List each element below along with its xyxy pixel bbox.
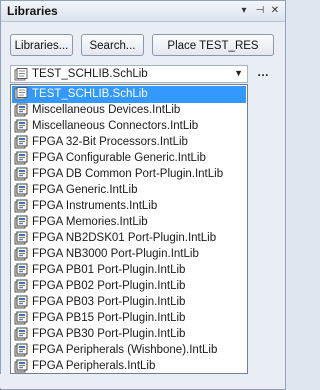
library-list-item-label: FPGA Peripherals.IntLib bbox=[32, 360, 156, 372]
library-list-item[interactable]: FPGA Generic.IntLib bbox=[12, 182, 246, 199]
library-list-item[interactable]: FPGA Peripherals.IntLib bbox=[12, 358, 246, 375]
library-list-item[interactable]: FPGA NB3000 Port-Plugin.IntLib bbox=[12, 246, 246, 263]
library-list-item[interactable]: FPGA DB Common Port-Plugin.IntLib bbox=[12, 166, 246, 183]
library-select[interactable]: TEST_SCHLIB.SchLib ▼ bbox=[10, 65, 248, 83]
library-list-item-label: FPGA PB03 Port-Plugin.IntLib bbox=[32, 296, 186, 308]
library-list-item-label: FPGA PB30 Port-Plugin.IntLib bbox=[32, 328, 186, 340]
more-options-button[interactable]: … bbox=[252, 65, 274, 83]
library-list-item[interactable]: Miscellaneous Connectors.IntLib bbox=[12, 118, 246, 135]
panel-titlebar: Libraries ▾ ⊣ ✕ bbox=[1, 1, 285, 22]
schlib-icon bbox=[14, 87, 28, 103]
library-list-item-label: TEST_SCHLIB.SchLib bbox=[32, 88, 148, 100]
library-list-item[interactable]: FPGA 32-Bit Processors.IntLib bbox=[12, 134, 246, 151]
library-list-item-label: FPGA Configurable Generic.IntLib bbox=[32, 152, 206, 164]
library-list-item-label: Miscellaneous Devices.IntLib bbox=[32, 104, 181, 116]
library-list-item[interactable]: FPGA PB30 Port-Plugin.IntLib bbox=[12, 326, 246, 343]
library-list-item[interactable]: FPGA PB15 Port-Plugin.IntLib bbox=[12, 310, 246, 327]
library-list-item[interactable]: FPGA Instruments.IntLib bbox=[12, 198, 246, 215]
library-list-item-label: FPGA NB3000 Port-Plugin.IntLib bbox=[32, 248, 199, 260]
pin-icon[interactable]: ⊣ bbox=[253, 4, 267, 18]
library-list-item[interactable]: FPGA Peripherals (Wishbone).IntLib bbox=[12, 342, 246, 359]
library-select-value: TEST_SCHLIB.SchLib bbox=[32, 68, 148, 80]
library-list-item[interactable]: FPGA Memories.IntLib bbox=[12, 214, 246, 231]
library-dropdown-list: TEST_SCHLIB.SchLib Miscellaneous Devices.… bbox=[10, 84, 248, 374]
libraries-button[interactable]: Libraries... bbox=[10, 34, 73, 56]
library-list-item[interactable]: FPGA PB02 Port-Plugin.IntLib bbox=[12, 278, 246, 295]
library-list-item[interactable]: FPGA PB03 Port-Plugin.IntLib bbox=[12, 294, 246, 311]
panel-footer bbox=[0, 374, 284, 388]
library-list-item-label: FPGA Peripherals (Wishbone).IntLib bbox=[32, 344, 218, 356]
library-list-item[interactable]: FPGA PB01 Port-Plugin.IntLib bbox=[12, 262, 246, 279]
library-list-item-label: FPGA Generic.IntLib bbox=[32, 184, 138, 196]
library-list-item[interactable]: Miscellaneous Devices.IntLib bbox=[12, 102, 246, 119]
library-list-item-label: FPGA Memories.IntLib bbox=[32, 216, 148, 228]
chevron-down-icon[interactable]: ▼ bbox=[234, 68, 243, 78]
library-list-item[interactable]: FPGA Configurable Generic.IntLib bbox=[12, 150, 246, 167]
panel-menu-icon[interactable]: ▾ bbox=[237, 4, 251, 18]
library-list-item-label: FPGA Instruments.IntLib bbox=[32, 200, 158, 212]
library-list-item-label: FPGA PB01 Port-Plugin.IntLib bbox=[32, 264, 186, 276]
search-button[interactable]: Search... bbox=[81, 34, 144, 56]
library-list-item-label: FPGA PB15 Port-Plugin.IntLib bbox=[32, 312, 186, 324]
library-list-item-label: FPGA NB2DSK01 Port-Plugin.IntLib bbox=[32, 232, 217, 244]
panel-title: Libraries bbox=[7, 4, 58, 18]
library-list-item-label: Miscellaneous Connectors.IntLib bbox=[32, 120, 199, 132]
library-list-item[interactable]: TEST_SCHLIB.SchLib bbox=[12, 86, 246, 103]
library-list-item[interactable]: FPGA NB2DSK01 Port-Plugin.IntLib bbox=[12, 230, 246, 247]
schlib-icon bbox=[14, 68, 28, 84]
library-list-item-label: FPGA PB02 Port-Plugin.IntLib bbox=[32, 280, 186, 292]
close-icon[interactable]: ✕ bbox=[268, 4, 282, 18]
library-list-item-label: FPGA 32-Bit Processors.IntLib bbox=[32, 136, 188, 148]
library-list-item-label: FPGA DB Common Port-Plugin.IntLib bbox=[32, 168, 224, 180]
place-component-button[interactable]: Place TEST_RES bbox=[152, 34, 274, 56]
